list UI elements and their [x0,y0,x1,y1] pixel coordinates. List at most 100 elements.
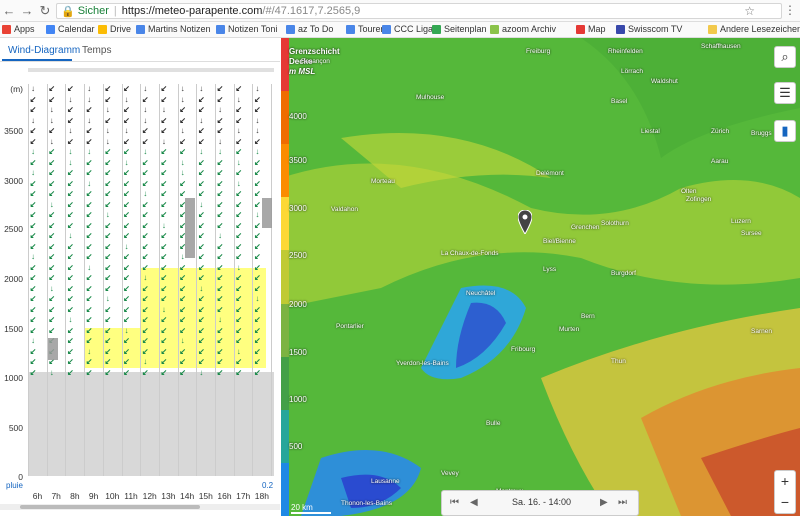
skip-end-icon[interactable]: ⏭ [618,497,627,508]
wind-arrow-icon: ↙ [123,189,130,198]
altitude-label: 2000 [4,274,23,284]
wind-arrow-icon: ↓ [49,136,54,146]
grid-line [84,84,86,476]
bookmark-4[interactable]: Notizen Toni [216,24,277,34]
wind-cell: ↓ [252,294,271,304]
wind-arrow-icon: ↓ [199,84,204,93]
bookmark-0[interactable]: Apps [2,24,35,34]
wind-arrow-icon: ↓ [255,210,260,219]
wind-cell: ↓ [28,84,47,94]
star-icon[interactable]: ☆ [744,4,755,18]
back-icon[interactable]: ← [0,3,18,18]
place-label: Lörrach [621,68,644,75]
skip-start-icon[interactable]: ⏮ [450,497,459,508]
wind-cell: ↙ [28,242,47,252]
wind-cell: ↙ [84,105,103,115]
bookmark-label: Andere Lesezeichen [720,24,800,34]
place-label: Zürich [711,128,730,135]
wind-cell: ↙ [47,221,66,231]
wind-cell: ↙ [47,210,66,220]
location-pin-icon[interactable] [518,210,532,234]
wind-cell: ↙ [122,284,141,294]
grid-line [158,84,160,476]
settings-sliders-icon[interactable]: ☰ [774,82,796,104]
place-label: Vevey [441,470,459,477]
bookmark-label: Apps [14,24,35,34]
wind-cell: ↙ [215,200,234,210]
place-label: Burgdorf [611,270,636,277]
wind-cell: ↙ [215,252,234,262]
bookmark-6[interactable]: Touren [346,24,386,34]
wind-cell: ↙ [122,210,141,220]
url-field[interactable]: 🔒 Sicher | https://meteo-parapente.com/#… [56,3,782,19]
wind-arrow-icon: ↙ [160,252,168,261]
scrollbar-thumb[interactable] [20,505,200,509]
place-label: Pontarlier [336,323,364,330]
search-icon[interactable]: ⌕ [774,46,796,68]
bookmark-10[interactable]: Map [576,24,606,34]
wind-cell: ↓ [122,326,141,336]
bookmark-1[interactable]: Calendar [46,24,95,34]
wind-arrow-icon: ↙ [160,367,168,377]
wind-arrow-icon: ↙ [254,273,261,282]
wind-cell: ↙ [234,305,253,315]
bookmark-icon [382,24,391,34]
wind-arrow-icon: ↙ [29,325,37,335]
wind-cell: ↙ [122,84,141,94]
wind-arrow-icon: ↙ [160,147,168,156]
wind-cell: ↓ [103,294,122,304]
forward-icon[interactable]: → [18,3,36,18]
wind-arrow-icon: ↙ [254,241,261,251]
wind-arrow-icon: ↙ [160,241,168,251]
bookmark-11[interactable]: Swisscom TV [616,24,682,34]
place-label: Murten [559,326,580,333]
wind-cell: ↙ [196,126,215,136]
wind-cell: ↙ [234,105,253,115]
wind-cell: ↙ [47,315,66,325]
wind-cell: ↙ [65,273,84,283]
reload-icon[interactable]: ↻ [36,3,54,19]
wind-arrow-icon: ↙ [235,304,243,314]
wind-cell: ↙ [103,84,122,94]
grid-line [252,84,254,476]
wind-cell: ↙ [196,336,215,346]
bookmark-7[interactable]: CCC Liga [382,24,433,34]
horizontal-scrollbar[interactable] [0,504,280,510]
bookmark-9[interactable]: azoom Archiv [490,24,556,34]
wind-arrow-icon: ↙ [141,136,149,146]
zoom-in-button[interactable]: + [775,471,795,492]
step-forward-icon[interactable]: ▶ [600,497,608,508]
bookmark-5[interactable]: az To Do [286,24,333,34]
bookmark-2[interactable]: Drive [98,24,131,34]
wind-cell: ↙ [159,336,178,346]
place-label: Besançon [301,58,330,65]
wind-arrow-icon: ↙ [48,157,56,167]
wind-arrow-icon: ↙ [29,231,37,240]
wind-cell: ↙ [159,294,178,304]
wind-arrow-icon: ↙ [48,168,56,177]
wind-cell: ↙ [84,158,103,168]
bookmark-icon [216,24,225,34]
map-view[interactable]: Grenzschicht Decke m MSL 4000 3500 3000 2500… [281,38,800,516]
place-label: Valdahon [331,206,358,213]
wind-arrow-icon: ↙ [85,304,93,314]
wind-cell: ↓ [196,284,215,294]
wind-cell: ↙ [178,315,197,325]
tab-temps[interactable]: Temps [82,45,111,56]
wind-cell: ↙ [159,326,178,336]
bookmark-12[interactable]: Andere Lesezeichen [708,24,800,34]
wind-cell: ↙ [122,357,141,367]
wind-arrow-icon: ↙ [254,94,261,104]
zoom-out-button[interactable]: − [775,492,795,513]
menu-icon[interactable]: ⋮ [784,3,796,17]
step-back-icon[interactable]: ◀ [470,497,478,508]
wind-cell: ↙ [252,305,271,315]
bookmark-8[interactable]: Seitenplan [432,24,487,34]
chart-icon[interactable]: ▮ [774,120,796,142]
wind-arrow-icon: ↙ [216,210,224,219]
wind-cell: ↙ [47,252,66,262]
bookmark-3[interactable]: Martins Notizen [136,24,211,34]
wind-cell: ↙ [215,263,234,273]
wind-cell: ↙ [28,263,47,273]
wind-cell: ↙ [234,336,253,346]
